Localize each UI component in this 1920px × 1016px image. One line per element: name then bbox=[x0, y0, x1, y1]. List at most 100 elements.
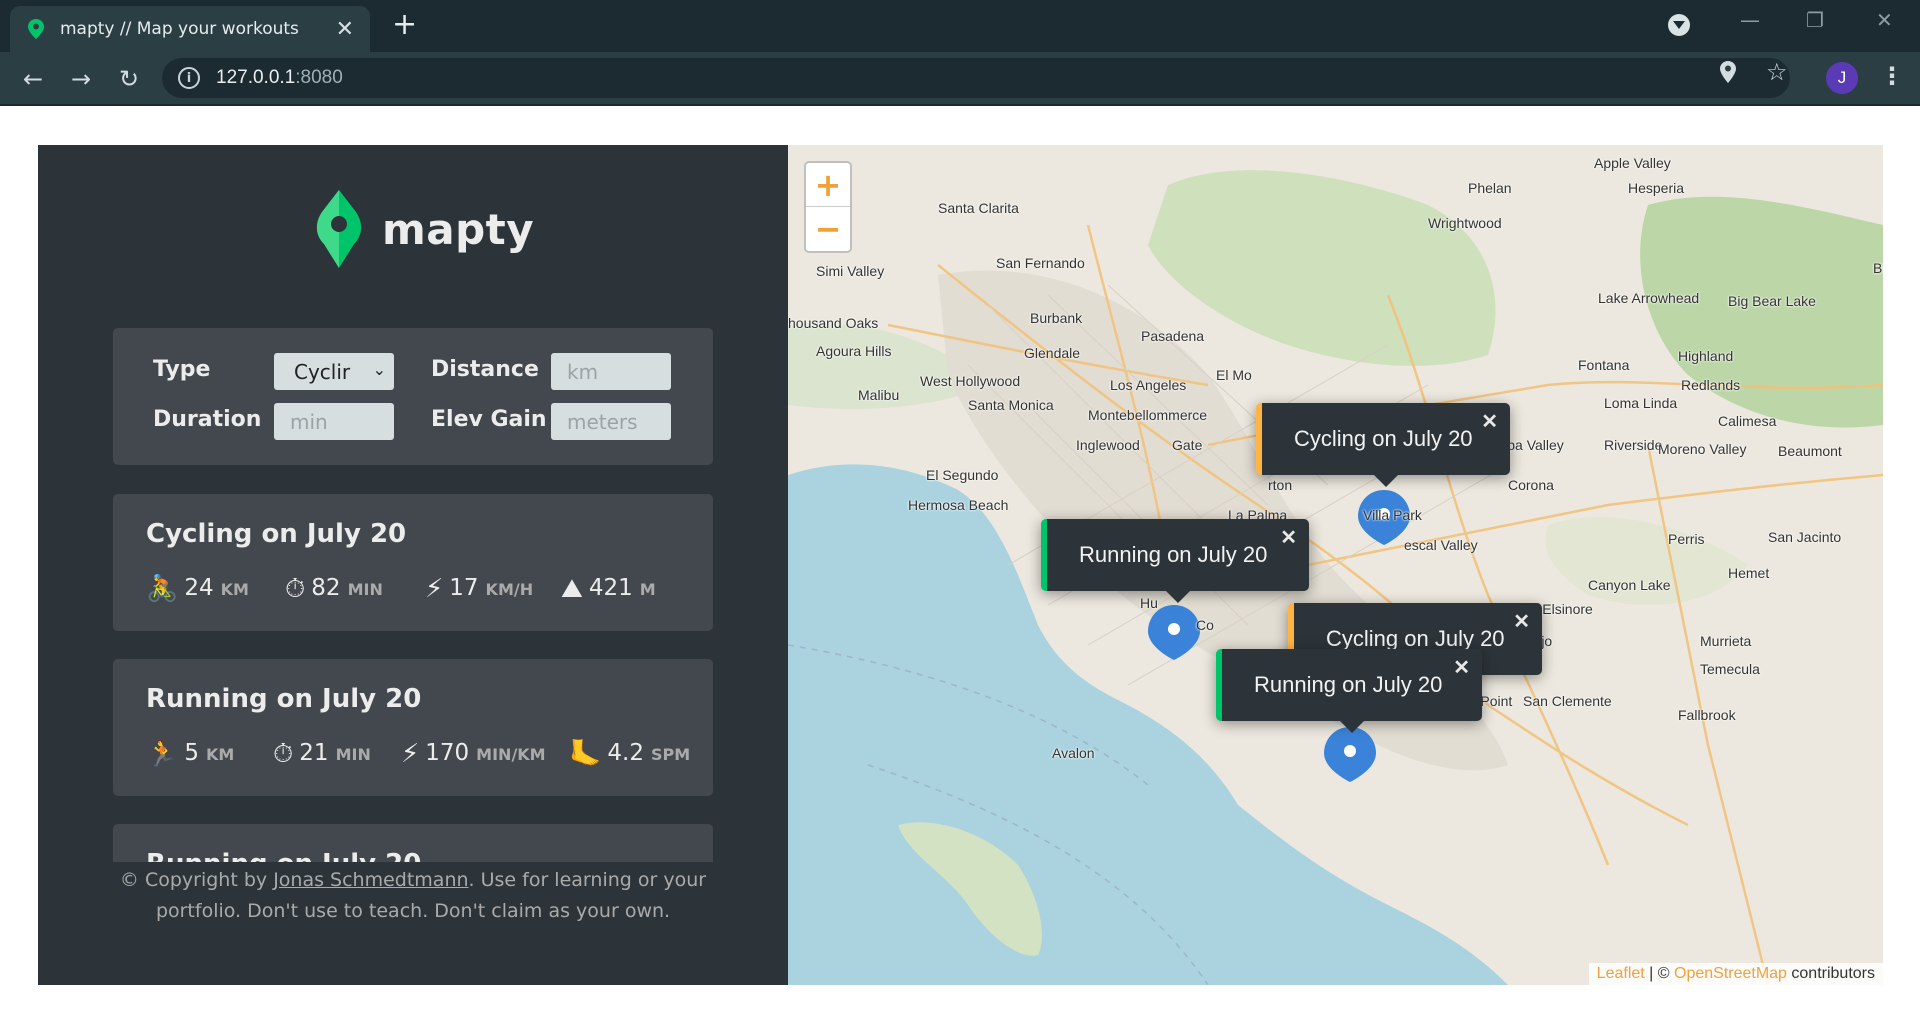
workout-popup-cycling[interactable]: Cycling on July 20 ✕ bbox=[1256, 403, 1510, 487]
osm-link[interactable]: OpenStreetMap bbox=[1674, 965, 1787, 982]
detail-unit: spm bbox=[650, 745, 691, 764]
type-select[interactable]: Cyclir ⌄ bbox=[274, 353, 394, 390]
forward-icon[interactable]: → bbox=[64, 62, 98, 96]
new-tab-button[interactable]: + bbox=[392, 9, 417, 41]
author-link[interactable]: Jonas Schmedtmann bbox=[273, 869, 468, 891]
map-pin-favicon-icon bbox=[28, 19, 44, 39]
distance-label: Distance bbox=[431, 357, 539, 382]
workout-title: Running on July 20 bbox=[146, 684, 422, 714]
duration-label: Duration bbox=[153, 407, 262, 432]
location-icon[interactable] bbox=[1720, 61, 1736, 89]
detail-unit: km bbox=[206, 745, 235, 764]
menu-icon[interactable]: ⋮ bbox=[1880, 62, 1904, 90]
workout-form: Type Cyclir ⌄ Distance Duration Elev Gai… bbox=[113, 328, 713, 465]
place-label: housand Oaks bbox=[788, 315, 879, 331]
site-info-icon[interactable]: i bbox=[178, 67, 200, 89]
zoom-control: + − bbox=[804, 161, 852, 253]
detail-value: 24 bbox=[184, 575, 214, 601]
elev-gain-label: Elev Gain bbox=[431, 407, 547, 432]
place-label: Apple Valley bbox=[1594, 155, 1671, 171]
workout-item-cycling[interactable]: Cycling on July 20 🚴 24 km ⏱ 82 min ⚡ 17… bbox=[113, 494, 713, 631]
place-label: Canyon Lake bbox=[1588, 577, 1671, 593]
place-label: Moreno Valley bbox=[1658, 441, 1747, 457]
detail-value: 17 bbox=[449, 575, 479, 601]
place-label: Burbank bbox=[1030, 310, 1083, 326]
workout-detail-elevation: ⛰ 421 m bbox=[561, 572, 656, 604]
place-label: Bi bbox=[1873, 260, 1883, 276]
place-label: Loma Linda bbox=[1604, 395, 1678, 411]
place-label: Simi Valley bbox=[816, 263, 885, 279]
workout-title: Cycling on July 20 bbox=[146, 519, 407, 549]
distance-input[interactable] bbox=[551, 353, 671, 390]
foot-icon: 🦶 bbox=[569, 739, 602, 769]
leaflet-link[interactable]: Leaflet bbox=[1597, 965, 1645, 982]
map[interactable]: Apple Valley Phelan Hesperia Santa Clarita W… bbox=[788, 145, 1883, 985]
place-label: Corona bbox=[1508, 477, 1554, 493]
duration-input[interactable] bbox=[274, 403, 394, 440]
place-label: Phelan bbox=[1468, 180, 1512, 196]
place-label: Agoura Hills bbox=[816, 343, 892, 359]
place-label: West Hollywood bbox=[920, 373, 1021, 389]
popup-text: Running on July 20 bbox=[1254, 672, 1443, 697]
window-close-icon[interactable]: ✕ bbox=[1876, 8, 1893, 32]
url-text: 127.0.0.1:8080 bbox=[216, 67, 343, 88]
chevron-down-icon: ⌄ bbox=[372, 360, 386, 379]
place-label: Santa Monica bbox=[968, 397, 1054, 413]
lightning-icon: ⚡ bbox=[425, 574, 444, 604]
detail-value: 170 bbox=[425, 740, 470, 766]
sidebar: mapty Type Cyclir ⌄ Distance Duration El… bbox=[38, 145, 788, 985]
elev-gain-input[interactable] bbox=[551, 403, 671, 440]
place-label: San Clemente bbox=[1523, 693, 1612, 709]
detail-value: 421 bbox=[588, 575, 633, 601]
workout-item-running[interactable]: Running on July 20 bbox=[113, 824, 713, 862]
place-label: Big Bear Lake bbox=[1728, 293, 1816, 309]
popup-text: Cycling on July 20 bbox=[1294, 426, 1473, 451]
zoom-out-button[interactable]: − bbox=[806, 207, 850, 251]
close-icon[interactable]: ✕ bbox=[1481, 409, 1498, 434]
address-bar[interactable]: i 127.0.0.1:8080 bbox=[162, 58, 1790, 98]
workout-popup-running[interactable]: Running on July 20 ✕ bbox=[1216, 649, 1482, 733]
detail-unit: km bbox=[220, 580, 249, 599]
place-label: Hesperia bbox=[1628, 180, 1685, 196]
workout-detail-distance: 🏃 5 km bbox=[146, 737, 235, 769]
zoom-in-button[interactable]: + bbox=[806, 163, 850, 207]
lightning-icon: ⚡ bbox=[401, 739, 420, 769]
workout-detail-distance: 🚴 24 km bbox=[146, 572, 249, 604]
detail-unit: m bbox=[639, 580, 656, 599]
workout-list: Cycling on July 20 🚴 24 km ⏱ 82 min ⚡ 17… bbox=[113, 494, 713, 862]
tab-search-icon[interactable] bbox=[1668, 14, 1690, 36]
bookmark-star-icon[interactable]: ☆ bbox=[1766, 58, 1788, 86]
close-icon[interactable]: ✕ bbox=[1513, 609, 1530, 634]
browser-tab[interactable]: mapty // Map your workouts ✕ bbox=[10, 6, 370, 52]
place-label: Hermosa Beach bbox=[908, 497, 1009, 513]
place-label: Santa Clarita bbox=[938, 200, 1019, 216]
place-label: Avalon bbox=[1052, 745, 1095, 761]
place-label: Temecula bbox=[1700, 661, 1760, 677]
close-icon[interactable]: ✕ bbox=[1280, 525, 1297, 550]
mountain-icon: ⛰ bbox=[561, 574, 583, 604]
minimize-icon[interactable]: — bbox=[1740, 8, 1760, 32]
logo: mapty bbox=[316, 190, 534, 268]
tab-close-icon[interactable]: ✕ bbox=[336, 17, 354, 42]
place-label: El Mo bbox=[1216, 367, 1252, 383]
workout-popup-running[interactable]: Running on July 20 ✕ bbox=[1041, 519, 1309, 603]
detail-value: 82 bbox=[311, 575, 341, 601]
place-label: escal Valley bbox=[1404, 537, 1478, 553]
place-label: Wrightwood bbox=[1428, 215, 1502, 231]
place-label: Los Angeles bbox=[1110, 377, 1187, 393]
popup-tip bbox=[1340, 721, 1364, 733]
reload-icon[interactable]: ↻ bbox=[112, 62, 146, 96]
map-pin-logo-icon bbox=[316, 190, 362, 268]
detail-value: 4.2 bbox=[607, 740, 644, 766]
place-label: Riverside bbox=[1604, 437, 1663, 453]
workout-detail-pace: ⚡ 170 min/km bbox=[401, 737, 546, 769]
back-icon[interactable]: ← bbox=[16, 62, 50, 96]
place-label: Redlands bbox=[1681, 377, 1741, 393]
close-icon[interactable]: ✕ bbox=[1453, 655, 1470, 680]
place-label: Pasadena bbox=[1141, 328, 1205, 344]
browser-toolbar: ← → ↻ i 127.0.0.1:8080 ☆ bbox=[0, 52, 1920, 106]
place-label: San Jacinto bbox=[1768, 529, 1842, 545]
restore-icon[interactable]: ❐ bbox=[1806, 8, 1824, 32]
profile-avatar[interactable]: J bbox=[1826, 62, 1858, 94]
workout-item-running[interactable]: Running on July 20 🏃 5 km ⏱ 21 min ⚡ 170… bbox=[113, 659, 713, 796]
